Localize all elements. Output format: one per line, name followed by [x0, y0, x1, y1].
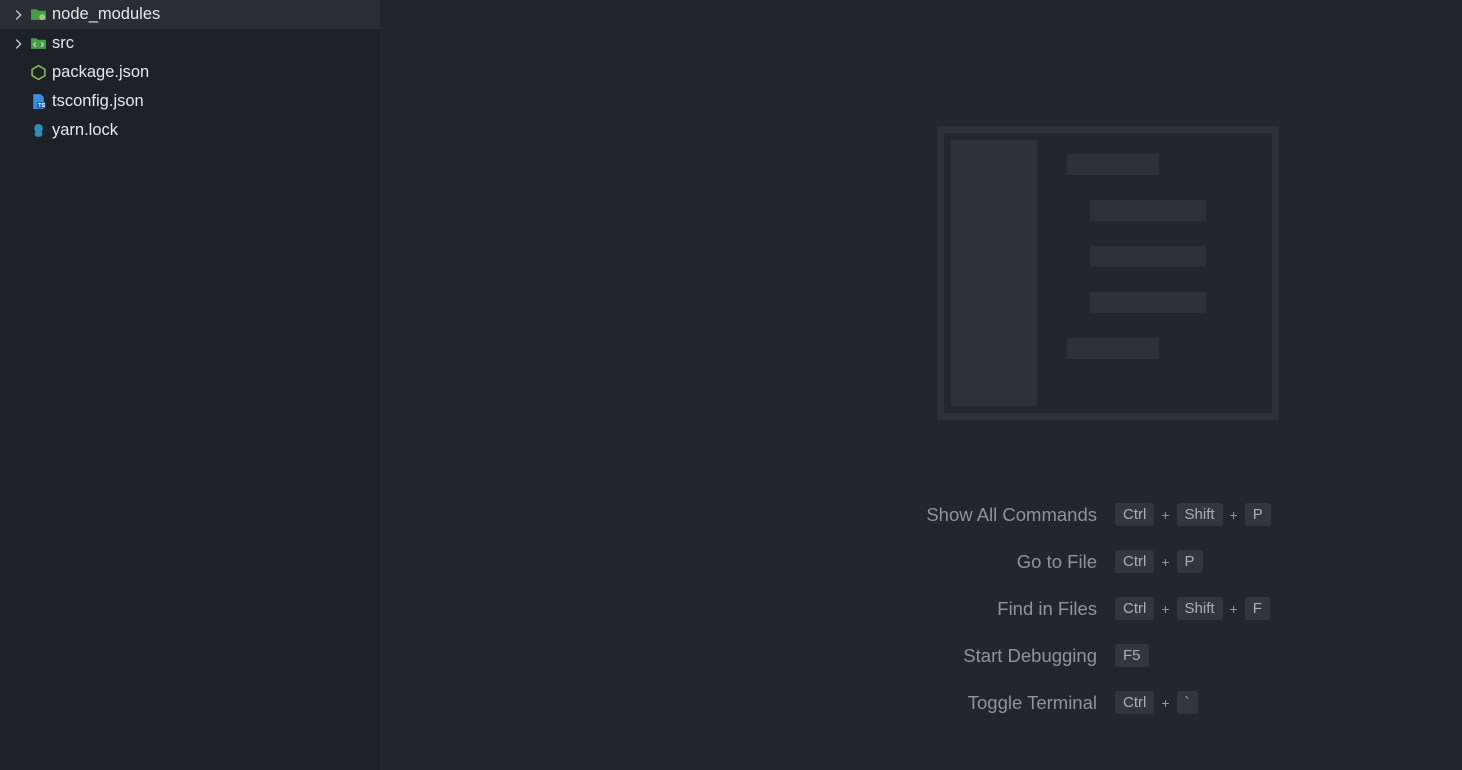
tree-folder-node-modules[interactable]: node_modules — [0, 0, 380, 29]
tree-item-label: node_modules — [52, 5, 160, 24]
nodejs-icon — [28, 64, 48, 81]
editor-empty-state: Show All Commands Ctrl + Shift + P Go to… — [380, 0, 1462, 770]
keycap: F — [1245, 597, 1270, 621]
shortcut-go-to-file[interactable]: Go to File Ctrl + P — [430, 538, 1430, 585]
tree-item-label: package.json — [52, 63, 149, 82]
shortcut-toggle-terminal[interactable]: Toggle Terminal Ctrl + ` — [430, 679, 1430, 726]
keycap: Ctrl — [1115, 597, 1154, 621]
keycap: Ctrl — [1115, 550, 1154, 574]
keycap: ` — [1177, 691, 1198, 715]
shortcut-hints: Show All Commands Ctrl + Shift + P Go to… — [430, 491, 1430, 726]
yarn-icon — [28, 122, 48, 139]
shortcut-start-debugging[interactable]: Start Debugging F5 — [430, 632, 1430, 679]
file-explorer: node_modules src package.jso — [0, 0, 380, 770]
tree-item-label: src — [52, 34, 74, 53]
plus-icon: + — [1160, 554, 1170, 570]
keycap: P — [1177, 550, 1203, 574]
ts-json-icon: TS — [28, 93, 48, 110]
plus-icon: + — [1160, 507, 1170, 523]
plus-icon: + — [1229, 507, 1239, 523]
chevron-right-icon — [8, 8, 28, 22]
shortcut-find-in-files[interactable]: Find in Files Ctrl + Shift + F — [430, 585, 1430, 632]
tree-file-package-json[interactable]: package.json — [0, 58, 380, 87]
shortcut-label: Go to File — [430, 551, 1115, 573]
plus-icon: + — [1160, 601, 1170, 617]
svg-text:TS: TS — [37, 103, 45, 109]
shortcut-label: Toggle Terminal — [430, 692, 1115, 714]
tree-file-tsconfig-json[interactable]: TS tsconfig.json — [0, 87, 380, 116]
keycap: Ctrl — [1115, 691, 1154, 715]
tree-item-label: yarn.lock — [52, 121, 118, 140]
keycap: P — [1245, 503, 1271, 527]
shortcut-label: Show All Commands — [430, 504, 1115, 526]
keycap: Shift — [1177, 597, 1223, 621]
folder-nodejs-icon — [28, 6, 48, 23]
shortcut-label: Find in Files — [430, 598, 1115, 620]
tree-folder-src[interactable]: src — [0, 29, 380, 58]
editor-watermark-icon — [937, 126, 1279, 420]
plus-icon: + — [1229, 601, 1239, 617]
chevron-right-icon — [8, 37, 28, 51]
tree-file-yarn-lock[interactable]: yarn.lock — [0, 116, 380, 145]
folder-src-icon — [28, 35, 48, 52]
keycap: F5 — [1115, 644, 1149, 668]
tree-item-label: tsconfig.json — [52, 92, 144, 111]
keycap: Shift — [1177, 503, 1223, 527]
shortcut-show-all-commands[interactable]: Show All Commands Ctrl + Shift + P — [430, 491, 1430, 538]
keycap: Ctrl — [1115, 503, 1154, 527]
plus-icon: + — [1160, 695, 1170, 711]
shortcut-label: Start Debugging — [430, 645, 1115, 667]
